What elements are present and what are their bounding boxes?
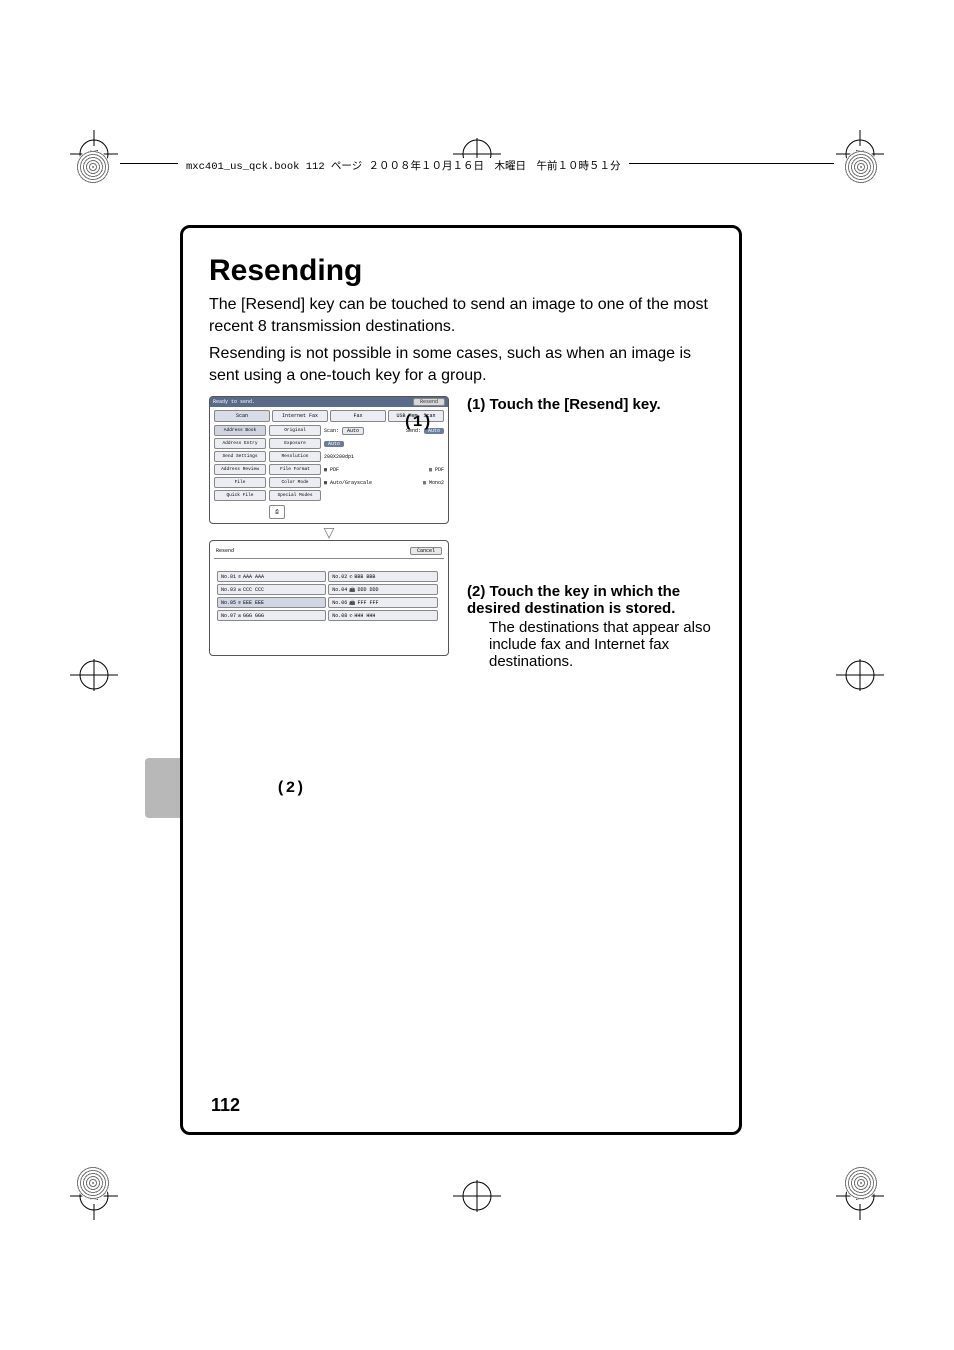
original-button[interactable]: Original [269,425,321,436]
mail-icon: ✉ [238,613,241,619]
callout-2: (2) [276,779,305,797]
dest-no: No.08 [332,613,347,619]
dest-no: No.02 [332,574,347,580]
callout-1: (1) [403,413,432,431]
status-bar: Ready to send. Resend [210,397,448,407]
file-button[interactable]: File [214,477,266,488]
special-modes-button[interactable]: Special Modes [269,490,321,501]
scan-value: Auto [342,427,364,435]
destination-item[interactable]: No.03 ✉ CCC CCC [217,584,326,595]
color-mode-value-2: Mono2 [429,480,444,486]
registration-mark [844,150,878,184]
fax-icon: 📠 [349,587,355,593]
dest-no: No.07 [221,613,236,619]
dest-name: GGG GGG [243,613,264,619]
pdf-mono-icon: ▥ [429,467,432,473]
dest-name: DDD DDD [358,587,379,593]
registration-mark [76,1166,110,1200]
destination-item[interactable]: No.07 ✉ GGG GGG [217,610,326,621]
exposure-value: Auto [324,441,344,447]
scan-label: Scan: [324,428,339,434]
registration-mark [844,1166,878,1200]
flow-arrow-icon: ▽ [209,527,449,537]
preview-icon[interactable]: ⎙ [269,505,285,519]
destination-item[interactable]: No.05 ✆ EEE EEE [217,597,326,608]
crop-mark [453,1172,501,1220]
exposure-button[interactable]: Exposure [269,438,321,449]
intro-paragraph-2: Resending is not possible in some cases,… [209,343,713,386]
send-settings-button[interactable]: Send Settings [214,451,266,462]
fax-icon: 📠 [349,600,355,606]
mail-icon: ✉ [238,587,241,593]
registration-mark [76,150,110,184]
crop-mark [836,651,884,699]
mono-icon: ▥ [423,480,426,486]
resolution-button[interactable]: Resolution [269,451,321,462]
address-book-button[interactable]: Address Book [214,425,266,436]
destination-item[interactable]: No.01 ✆ AAA AAA [217,571,326,582]
page-frame: Resending The [Resend] key can be touche… [180,225,742,1135]
dest-no: No.04 [332,587,347,593]
page-number: 112 [211,1095,240,1116]
file-format-value-1: PDF [330,467,339,473]
dest-name: AAA AAA [243,574,264,580]
file-format-button[interactable]: File Format [269,464,321,475]
destination-item[interactable]: No.04 📠 DDD DDD [328,584,437,595]
resend-list-panel: Resend Cancel (2) No.01 ✆ AAA AAANo.02 ✆… [209,540,449,656]
side-tab [145,758,180,818]
address-entry-button[interactable]: Address Entry [214,438,266,449]
phone-icon: ✆ [349,613,352,619]
dest-no: No.05 [221,600,236,606]
header-filename: mxc401_us_qck.book 112 ページ ２００８年１０月１６日 木… [178,158,629,173]
color-icon: ▦ [324,480,327,486]
crop-mark [70,651,118,699]
page-title: Resending [209,254,713,288]
phone-icon: ✆ [349,574,352,580]
send-screen-panel: Ready to send. Resend (1) Scan Internet … [209,396,449,524]
quick-file-button[interactable]: Quick File [214,490,266,501]
resend-title: Resend [216,548,234,554]
resolution-value: 200X200dpi [324,454,354,460]
tab-fax[interactable]: Fax [330,410,386,422]
dest-no: No.06 [332,600,347,606]
resend-button[interactable]: Resend [413,398,445,406]
address-review-button[interactable]: Address Review [214,464,266,475]
dest-name: CCC CCC [243,587,264,593]
dest-no: No.03 [221,587,236,593]
cancel-button[interactable]: Cancel [410,547,442,555]
destination-item[interactable]: No.02 ✆ BBB BBB [328,571,437,582]
dest-no: No.01 [221,574,236,580]
status-text: Ready to send. [213,399,255,405]
color-mode-button[interactable]: Color Mode [269,477,321,488]
phone-icon: ✆ [238,600,241,606]
file-format-value-2: PDF [435,467,444,473]
dest-name: EEE EEE [243,600,264,606]
phone-icon: ✆ [238,574,241,580]
intro-paragraph-1: The [Resend] key can be touched to send … [209,294,713,337]
step-1-label: (1) Touch the [Resend] key. [467,396,661,413]
destination-item[interactable]: No.08 ✆ HHH HHH [328,610,437,621]
pdf-color-icon: ▦ [324,467,327,473]
destination-item[interactable]: No.06 📠 FFF FFF [328,597,437,608]
dest-name: FFF FFF [358,600,379,606]
dest-name: BBB BBB [354,574,375,580]
step-2-description: The destinations that appear also includ… [489,619,713,670]
step-2-label: (2) Touch the key in which the desired d… [467,583,680,617]
tab-scan[interactable]: Scan [214,410,270,422]
dest-name: HHH HHH [354,613,375,619]
destination-grid: No.01 ✆ AAA AAANo.02 ✆ BBB BBBNo.03 ✉ CC… [214,559,444,651]
color-mode-value-1: Auto/Grayscale [330,480,372,486]
tab-internet-fax[interactable]: Internet Fax [272,410,328,422]
